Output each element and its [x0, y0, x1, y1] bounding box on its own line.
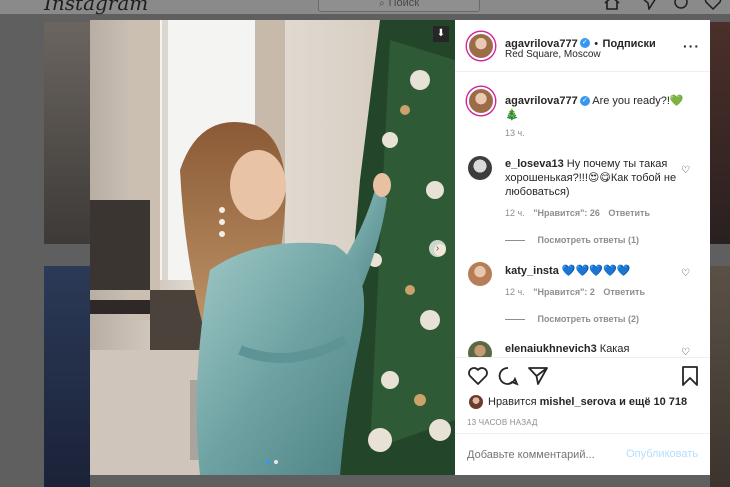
comment-username[interactable]: elenaiukhnevich3	[505, 343, 597, 355]
commenter-avatar[interactable]	[468, 262, 492, 286]
author-avatar[interactable]	[467, 32, 495, 60]
commenter-avatar[interactable]	[468, 156, 492, 180]
likes-count[interactable]: 10 718	[654, 396, 688, 408]
comment-username[interactable]: katy_insta	[505, 265, 559, 277]
comment-time[interactable]: 12 ч.	[505, 287, 525, 297]
comment-input[interactable]	[467, 446, 627, 464]
comment-time[interactable]: 12 ч.	[505, 208, 525, 218]
activity-icon[interactable]	[704, 0, 722, 11]
comment-icon[interactable]	[497, 366, 519, 391]
bookmark-icon[interactable]	[681, 366, 699, 391]
next-arrow-icon[interactable]: ›	[429, 240, 446, 257]
comment-text: 💙💙💙💙💙	[561, 265, 631, 277]
carousel-dots	[266, 460, 278, 464]
post-time[interactable]: 13 ЧАСОВ НАЗАД	[467, 418, 538, 427]
liker-username[interactable]: mishel_serova	[540, 396, 616, 408]
search-input[interactable]: ⌕ Поиск	[318, 0, 480, 12]
post-header: agavrilova777 ✓ • Подписки Red Square, Mo…	[455, 20, 710, 72]
view-replies-button[interactable]: Посмотреть ответы (1)	[538, 235, 639, 245]
comment-likes[interactable]: "Нравится": 26	[533, 208, 600, 218]
view-replies-button[interactable]: Посмотреть ответы (2)	[538, 314, 639, 324]
post-photo[interactable]: ⬇ ›	[90, 20, 455, 475]
likes-prefix: Нравится	[488, 396, 537, 408]
top-navbar: Instagram ⌕ Поиск	[0, 0, 730, 15]
replies-line	[505, 319, 525, 321]
author-avatar[interactable]	[467, 87, 495, 115]
comments-list: agavrilova777 ✓ Are you ready?!💚🎄 13 ч. e…	[455, 73, 710, 357]
background-post-thumbnail[interactable]	[710, 22, 730, 244]
tag-icon[interactable]: ⬇	[433, 26, 449, 42]
add-comment-bar: Опубликовать	[455, 433, 710, 475]
caption-username[interactable]: agavrilova777	[505, 95, 578, 107]
instagram-logo[interactable]: Instagram	[44, 0, 148, 15]
background-post-thumbnail[interactable]	[44, 22, 90, 244]
verified-icon: ✓	[579, 96, 590, 107]
more-icon[interactable]: ···	[683, 38, 700, 54]
post-side-panel: agavrilova777 ✓ • Подписки Red Square, Mo…	[455, 20, 710, 475]
comment-username[interactable]: e_loseva13	[505, 158, 564, 170]
post-location[interactable]: Red Square, Moscow	[505, 49, 601, 60]
publish-button[interactable]: Опубликовать	[626, 448, 698, 460]
verified-icon: ✓	[579, 37, 590, 48]
comment-heart-icon[interactable]: ♡	[681, 165, 690, 176]
replies-line	[505, 240, 525, 242]
comment-likes[interactable]: "Нравится": 2	[533, 287, 595, 297]
liker-avatar[interactable]	[469, 395, 483, 409]
caption-time[interactable]: 13 ч.	[505, 128, 525, 138]
carousel-dot-active	[266, 460, 270, 464]
reply-button[interactable]: Ответить	[603, 287, 645, 297]
carousel-dot	[274, 460, 278, 464]
likes-middle: и ещё	[619, 396, 651, 408]
post-actions: Нравится mishel_serova и ещё 10 718 13 Ч…	[455, 357, 710, 433]
comment-heart-icon[interactable]: ♡	[681, 268, 690, 279]
direct-icon[interactable]	[640, 0, 658, 12]
comment-text: Какая	[599, 343, 630, 355]
search-placeholder: Поиск	[388, 0, 420, 9]
follow-button[interactable]: Подписки	[603, 38, 656, 50]
search-icon: ⌕	[378, 0, 385, 9]
heart-icon[interactable]	[467, 366, 489, 391]
explore-icon[interactable]	[672, 0, 690, 10]
share-icon[interactable]	[527, 366, 549, 391]
comment-heart-icon[interactable]: ♡	[681, 347, 690, 357]
background-post-thumbnail[interactable]	[44, 266, 90, 487]
background-post-thumbnail[interactable]	[710, 266, 730, 487]
commenter-avatar[interactable]	[468, 341, 492, 357]
reply-button[interactable]: Ответить	[608, 208, 650, 218]
home-icon[interactable]	[603, 0, 621, 10]
